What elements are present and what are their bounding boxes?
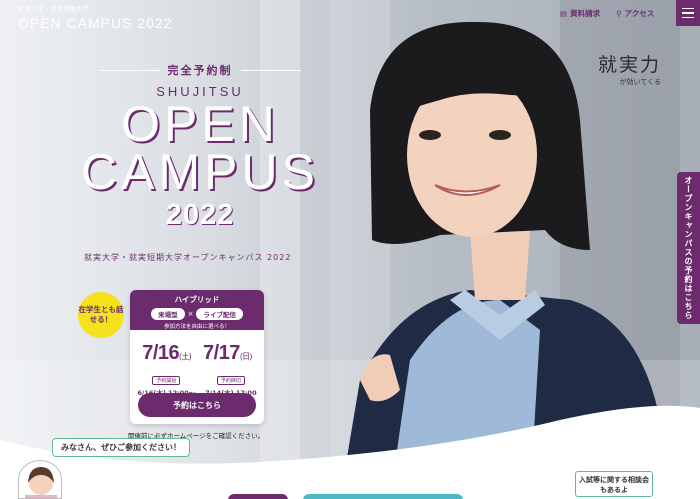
nav-brochure-link[interactable]: ▤ 資料請求 xyxy=(560,8,600,19)
event-dates: 7/16(土) 7/17(日) xyxy=(130,342,264,365)
site-logo[interactable]: 就実大学・就実短期大学 OPEN CAMPUS 2022 xyxy=(18,4,173,32)
hamburger-icon xyxy=(682,7,694,10)
slogan-sub: が効いてくる xyxy=(619,78,662,86)
date-2: 7/17(日) xyxy=(203,342,252,364)
slogan: 就実力 が効いてくる xyxy=(598,50,661,87)
side-reserve-tab[interactable]: オープンキャンパスの予約はこちら xyxy=(677,172,700,324)
date-1: 7/16(土) xyxy=(142,342,191,364)
reservation-system-label: 完全予約制 xyxy=(80,62,320,78)
title-year: 2022 xyxy=(165,199,235,231)
bottom-button-purple[interactable] xyxy=(228,494,288,499)
nav-access-link[interactable]: ⚲ アクセス xyxy=(616,8,654,19)
consultation-note: 入試等に関する相談会もあるよ xyxy=(575,471,653,497)
nav-access-label: アクセス xyxy=(624,9,655,18)
student-avatar xyxy=(18,460,62,499)
hamburger-menu-button[interactable] xyxy=(676,0,700,26)
nav-brochure-label: 資料請求 xyxy=(570,9,601,18)
hero-subtitle: 就実大学・就実短期大学オープンキャンパス 2022 xyxy=(84,253,292,262)
participation-note: 参加方法を自由に選べる！ xyxy=(163,324,230,330)
times-symbol: × xyxy=(187,310,194,318)
hero-title-block: 完全予約制 SHUJITSU OPEN CAMPUS 2022 xyxy=(80,62,320,232)
bottom-button-teal[interactable] xyxy=(303,494,463,499)
reserve-button[interactable]: 予約はこちら xyxy=(138,393,256,417)
title-open: OPEN xyxy=(121,96,279,152)
logo-university-name: 就実大学・就実短期大学 xyxy=(18,6,90,13)
event-card: ハイブリッド 来場型 × ライブ配信 参加方法を自由に選べる！ 7/16(土) … xyxy=(130,290,264,424)
speech-bubble: みなさん、ぜひご参加ください！ xyxy=(52,438,190,457)
talk-with-students-badge: 在学生とも話せる！ xyxy=(78,292,124,338)
top-nav: ▤ 資料請求 ⚲ アクセス xyxy=(560,8,654,19)
event-type: ハイブリッド xyxy=(174,295,220,304)
document-icon: ▤ xyxy=(560,9,568,18)
title-campus: CAMPUS xyxy=(81,144,319,200)
slogan-main: 就実力 xyxy=(598,54,662,76)
option-onsite: 来場型 xyxy=(151,308,185,320)
map-pin-icon: ⚲ xyxy=(616,9,622,18)
event-card-header: ハイブリッド 来場型 × ライブ配信 参加方法を自由に選べる！ xyxy=(130,290,264,330)
option-live: ライブ配信 xyxy=(196,308,243,320)
logo-title: OPEN CAMPUS 2022 xyxy=(18,15,173,31)
